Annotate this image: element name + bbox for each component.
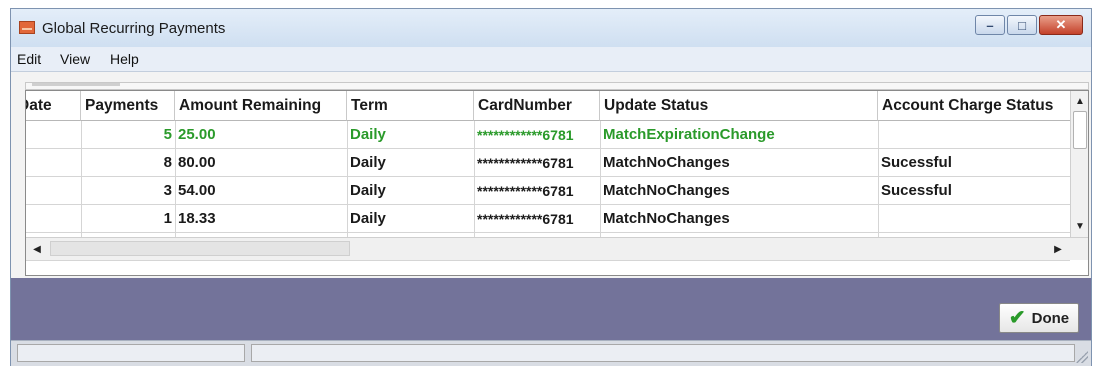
- cell-card-number: ************6781: [477, 127, 574, 143]
- scroll-thumb[interactable]: [1073, 111, 1087, 149]
- cell-amount-remaining: 18.33: [178, 210, 216, 227]
- table-row[interactable]: 8 80.00 Daily ************6781 MatchNoChange…: [26, 149, 1070, 177]
- cell-amount-remaining: 80.00: [178, 154, 216, 171]
- menu-bar: Edit View Help: [11, 47, 1091, 72]
- scroll-right-icon[interactable]: ▶: [1050, 241, 1066, 257]
- header-account-charge-status[interactable]: Account Charge Status: [878, 91, 1070, 121]
- cell-term: Daily: [350, 182, 386, 199]
- cell-account-charge-status: Sucessful: [881, 154, 952, 171]
- header-payments[interactable]: Payments: [81, 91, 175, 121]
- header-update-status[interactable]: Update Status: [600, 91, 878, 121]
- cell-date: [26, 205, 81, 233]
- grid-header: Date Payments Amount Remaining Term Card…: [26, 91, 1070, 121]
- scroll-left-icon[interactable]: ◀: [29, 241, 45, 257]
- horizontal-scroll-thumb[interactable]: [50, 241, 350, 256]
- cell-account-charge-status: [878, 205, 1070, 233]
- cell-term: Daily: [350, 210, 386, 227]
- done-label: Done: [1031, 309, 1070, 327]
- cell-date: [26, 121, 81, 149]
- minimize-icon[interactable]: –: [975, 15, 1005, 35]
- tab-strip: [25, 82, 1089, 90]
- cell-amount-remaining: 25.00: [178, 126, 216, 143]
- app-window: Global Recurring Payments – □ ✕ Edit Vie…: [10, 8, 1092, 366]
- app-icon: [19, 21, 35, 34]
- maximize-icon[interactable]: □: [1007, 15, 1037, 35]
- status-panel-right: [251, 344, 1075, 362]
- cell-update-status: MatchExpirationChange: [603, 126, 775, 143]
- title-bar[interactable]: Global Recurring Payments – □ ✕: [11, 9, 1091, 47]
- scroll-down-icon[interactable]: ▼: [1072, 218, 1088, 234]
- horizontal-scrollbar[interactable]: ◀ ▶: [26, 237, 1088, 260]
- table-row[interactable]: 5 25.00 Daily ************6781 MatchExpirati…: [26, 121, 1070, 149]
- cell-term: Daily: [350, 126, 386, 143]
- resize-grip-icon[interactable]: [1076, 351, 1088, 363]
- checkmark-icon: ✔: [1008, 307, 1026, 329]
- cell-card-number: ************6781: [477, 211, 574, 227]
- cell-payments: 3: [163, 182, 172, 199]
- cell-account-charge-status: [878, 121, 1070, 149]
- cell-date: [26, 177, 81, 205]
- table-row[interactable]: 3 54.00 Daily ************6781 MatchNoChange…: [26, 177, 1070, 205]
- header-term[interactable]: Term: [347, 91, 474, 121]
- cell-term: Daily: [350, 154, 386, 171]
- cell-card-number: ************6781: [477, 183, 574, 199]
- menu-edit[interactable]: Edit: [17, 51, 41, 67]
- status-bar: [11, 340, 1091, 366]
- status-panel-left: [17, 344, 245, 362]
- vertical-scrollbar[interactable]: ▲ ▼: [1070, 91, 1088, 237]
- cell-payments: 5: [163, 126, 172, 143]
- menu-help[interactable]: Help: [110, 51, 139, 67]
- header-date[interactable]: Date: [26, 91, 81, 121]
- window-controls: – □ ✕: [973, 15, 1083, 37]
- close-icon[interactable]: ✕: [1039, 15, 1083, 35]
- cell-amount-remaining: 54.00: [178, 182, 216, 199]
- header-amount-remaining[interactable]: Amount Remaining: [175, 91, 347, 121]
- content-area: Date Payments Amount Remaining Term Card…: [11, 72, 1091, 278]
- done-button[interactable]: ✔ Done: [999, 303, 1079, 333]
- header-card-number[interactable]: CardNumber: [474, 91, 600, 121]
- cell-update-status: MatchNoChanges: [603, 210, 730, 227]
- cell-payments: 8: [163, 154, 172, 171]
- cell-payments: 1: [163, 210, 172, 227]
- cell-update-status: MatchNoChanges: [603, 154, 730, 171]
- menu-view[interactable]: View: [60, 51, 90, 67]
- cell-update-status: MatchNoChanges: [603, 182, 730, 199]
- table-row[interactable]: 1 18.33 Daily ************6781 MatchNoChange…: [26, 205, 1070, 233]
- cell-account-charge-status: Sucessful: [881, 182, 952, 199]
- cell-date: [26, 149, 81, 177]
- window-title: Global Recurring Payments: [42, 20, 226, 37]
- cell-card-number: ************6781: [477, 155, 574, 171]
- payments-grid: Date Payments Amount Remaining Term Card…: [25, 90, 1089, 276]
- scroll-up-icon[interactable]: ▲: [1072, 93, 1088, 109]
- bottom-panel: [11, 278, 1091, 340]
